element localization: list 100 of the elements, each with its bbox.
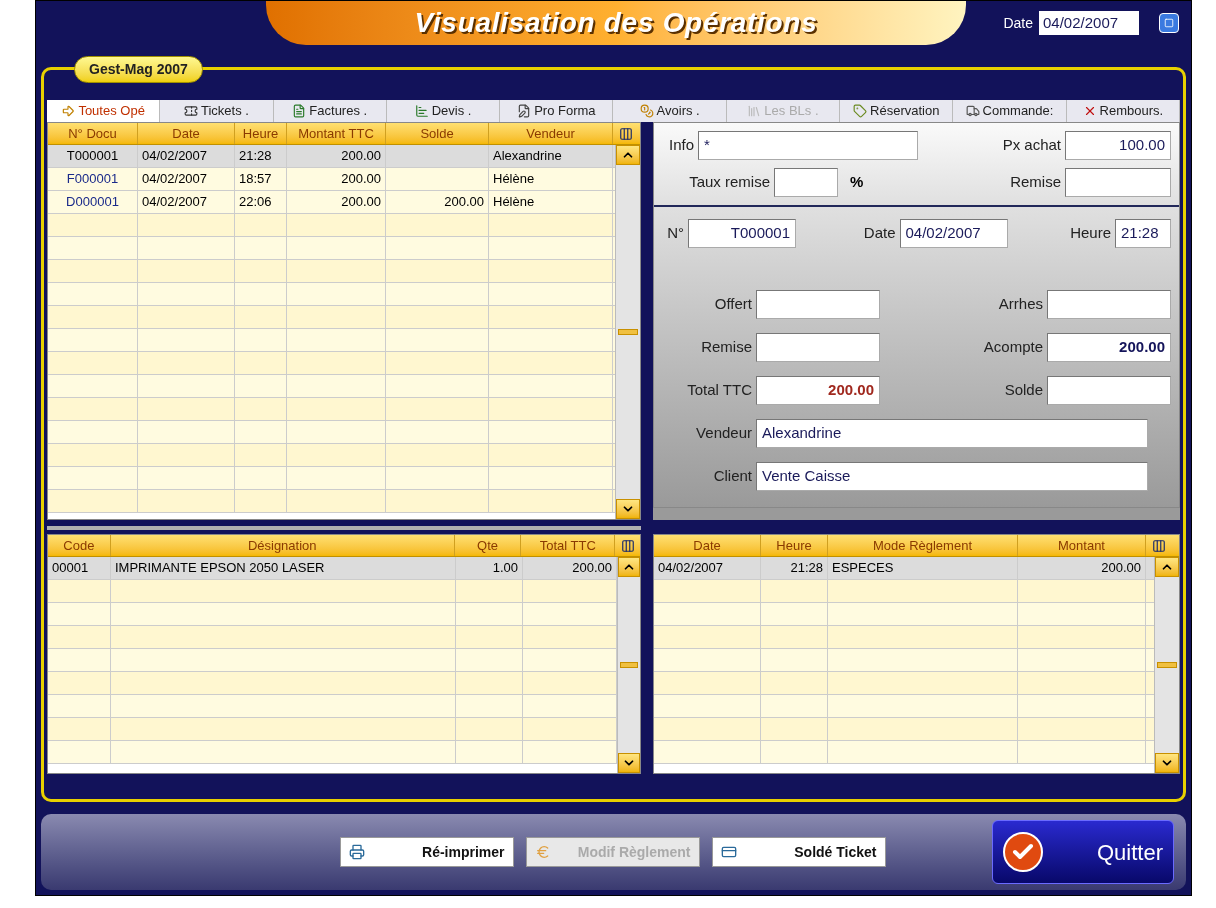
date-label: Date bbox=[1003, 13, 1033, 33]
field-label: Client bbox=[712, 466, 752, 487]
tag-icon bbox=[853, 104, 868, 118]
tab[interactable]: Toutes Opé bbox=[47, 100, 161, 122]
table-cell-text: Hélène bbox=[493, 170, 535, 189]
input-field[interactable]: 100.00 bbox=[1065, 131, 1171, 160]
input-field[interactable] bbox=[756, 290, 880, 319]
columns-icon[interactable] bbox=[1151, 538, 1166, 553]
table-cell-text: 04/02/2007 bbox=[142, 170, 208, 189]
column-header[interactable]: N° Docu bbox=[48, 123, 138, 144]
input-field[interactable]: 200.00 bbox=[756, 376, 880, 405]
table-row[interactable]: 04/02/2007 21:28 ESPECES 200.00 bbox=[654, 557, 1154, 580]
document-icon bbox=[292, 104, 307, 118]
table-cell-text: IMPRIMANTE EPSON 2050 LASER bbox=[115, 559, 325, 578]
field-label: Px achat bbox=[1001, 135, 1061, 156]
books-icon bbox=[747, 104, 762, 118]
checkmark-icon bbox=[1003, 832, 1043, 872]
table-row[interactable]: T000001 04/02/2007 21:28 200.00 Alexandrine bbox=[48, 145, 615, 168]
table-cell-text: 21:28 bbox=[790, 559, 823, 578]
field-value: Alexandrine bbox=[762, 423, 842, 444]
columns-icon[interactable] bbox=[618, 126, 633, 141]
field-value: 100.00 bbox=[1119, 135, 1165, 156]
quit-button[interactable]: Quitter bbox=[992, 820, 1174, 884]
field-value: T000001 bbox=[730, 223, 790, 244]
input-field[interactable]: 04/02/2007 bbox=[899, 219, 1008, 248]
table-cell-text: 200.00 bbox=[444, 193, 484, 212]
column-header[interactable]: Date bbox=[138, 123, 235, 144]
column-header[interactable]: Solde bbox=[386, 123, 489, 144]
column-header[interactable]: Vendeur bbox=[489, 123, 613, 144]
field-value: 04/02/2007 bbox=[905, 223, 981, 244]
field-label: Arrhes bbox=[997, 294, 1043, 315]
table-cell-text: 04/02/2007 bbox=[142, 193, 208, 212]
action-button[interactable]: Ré-imprimer bbox=[339, 837, 514, 867]
input-field[interactable] bbox=[756, 333, 880, 362]
percent-sign: % bbox=[850, 172, 864, 193]
table-cell-text: 04/02/2007 bbox=[142, 147, 208, 166]
field-label: Acompte bbox=[982, 337, 1043, 358]
column-header[interactable]: Code bbox=[48, 535, 111, 556]
input-field[interactable] bbox=[1047, 290, 1171, 319]
table-cell-text: 21:28 bbox=[239, 147, 272, 166]
input-field[interactable]: Alexandrine bbox=[756, 419, 1148, 448]
table-cell-text: 1.00 bbox=[492, 559, 518, 578]
field-label: Heure bbox=[1069, 223, 1111, 244]
table-row[interactable]: 00001 IMPRIMANTE EPSON 2050 LASER 1.00 200.00 bbox=[48, 557, 617, 580]
column-header[interactable]: Désignation bbox=[110, 535, 455, 556]
field-label: Date bbox=[862, 223, 896, 244]
table-cell-text: 200.00 bbox=[341, 193, 381, 212]
table-cell-text: Hélène bbox=[493, 193, 535, 212]
table-cell-text: ESPECES bbox=[832, 559, 894, 578]
table-cell-text: 200.00 bbox=[341, 147, 381, 166]
scroll-up-button[interactable] bbox=[618, 557, 640, 577]
table-row[interactable]: D000001 04/02/2007 22:06 200.00 200.00 Hélène bbox=[48, 191, 615, 214]
field-label: Remise bbox=[700, 337, 752, 358]
field-value: Vente Caisse bbox=[762, 466, 851, 487]
scroll-up-button[interactable] bbox=[1155, 557, 1179, 577]
scrollbar[interactable] bbox=[1154, 557, 1179, 773]
table-cell-text: 200.00 bbox=[572, 559, 612, 578]
column-header[interactable]: Heure bbox=[761, 535, 828, 556]
field-label: Total TTC bbox=[686, 380, 752, 401]
date-field[interactable]: 04/02/2007 bbox=[1039, 11, 1139, 35]
table-cell-text: D000001 bbox=[66, 193, 119, 212]
input-field[interactable]: 200.00 bbox=[1047, 333, 1171, 362]
chart-icon bbox=[414, 104, 429, 118]
scroll-thumb[interactable] bbox=[620, 662, 638, 668]
column-header[interactable]: Total TTC bbox=[521, 535, 616, 556]
column-header[interactable]: Qte bbox=[454, 535, 522, 556]
scroll-thumb[interactable] bbox=[618, 329, 638, 335]
scrollbar[interactable] bbox=[617, 557, 640, 773]
scroll-down-button[interactable] bbox=[1155, 753, 1179, 773]
input-field[interactable]: 21:28 bbox=[1115, 219, 1171, 248]
window-button[interactable] bbox=[1159, 13, 1179, 33]
columns-icon[interactable] bbox=[620, 538, 635, 553]
column-header[interactable]: Mode Règlement bbox=[828, 535, 1018, 556]
ticket-icon bbox=[184, 104, 198, 118]
euro-icon bbox=[534, 844, 551, 860]
field-label: Taux remise bbox=[688, 172, 770, 193]
table-cell-text: Alexandrine bbox=[493, 147, 562, 166]
column-header[interactable]: Date bbox=[654, 535, 761, 556]
input-field[interactable] bbox=[1065, 168, 1171, 197]
table-row[interactable]: F000001 04/02/2007 18:57 200.00 Hélène bbox=[48, 168, 615, 191]
arrow-icon bbox=[61, 104, 76, 118]
column-header[interactable]: Montant bbox=[1018, 535, 1146, 556]
table-cell-text: T000001 bbox=[66, 147, 119, 166]
input-field[interactable]: * bbox=[698, 131, 918, 160]
input-field[interactable]: Vente Caisse bbox=[756, 462, 1148, 491]
printer-icon bbox=[348, 844, 365, 860]
input-field[interactable]: T000001 bbox=[688, 219, 796, 248]
scroll-thumb[interactable] bbox=[1157, 662, 1177, 668]
field-value: 200.00 bbox=[828, 380, 874, 401]
action-button[interactable]: Soldé Ticket bbox=[711, 837, 886, 867]
scrollbar[interactable] bbox=[615, 145, 640, 519]
column-header[interactable]: Heure bbox=[235, 123, 287, 144]
input-field[interactable] bbox=[774, 168, 838, 197]
field-label: Vendeur bbox=[695, 423, 752, 444]
input-field[interactable] bbox=[1047, 376, 1171, 405]
column-header[interactable]: Montant TTC bbox=[287, 123, 386, 144]
scroll-down-button[interactable] bbox=[616, 499, 640, 519]
scroll-up-button[interactable] bbox=[616, 145, 640, 165]
coins-icon bbox=[639, 104, 654, 118]
scroll-down-button[interactable] bbox=[618, 753, 640, 773]
